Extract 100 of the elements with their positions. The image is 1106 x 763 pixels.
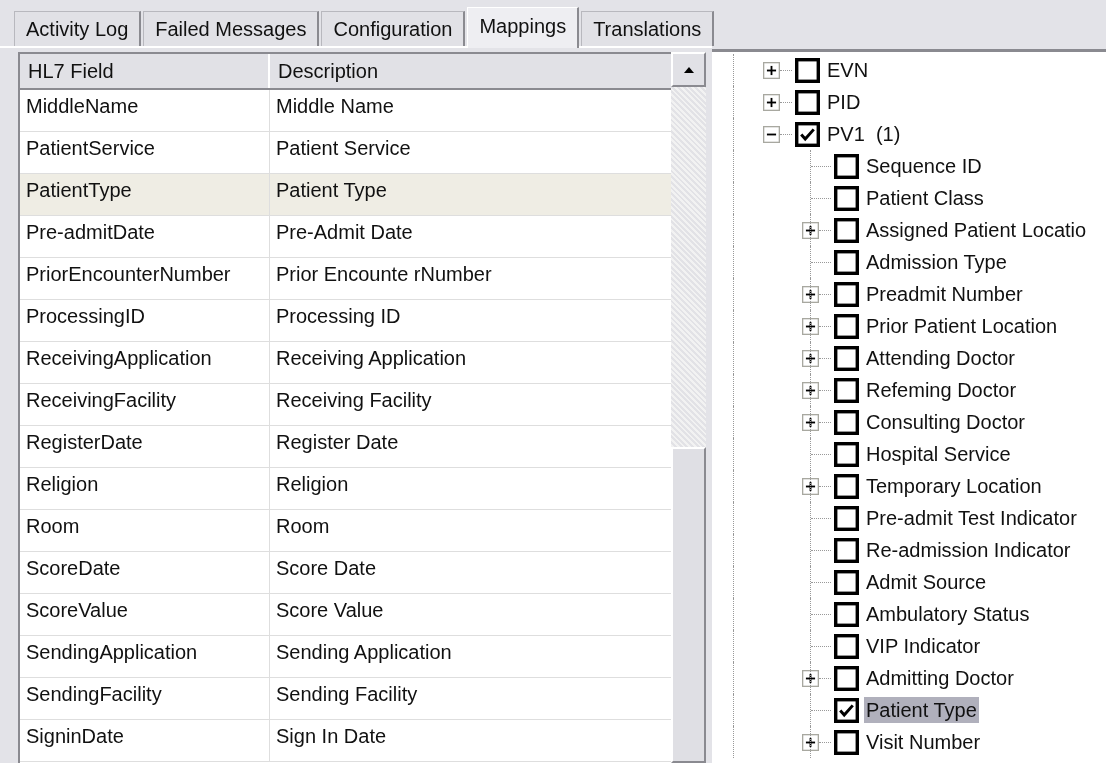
tree-item[interactable]: Patient Class [864, 185, 986, 211]
tab[interactable]: Activity Log [14, 11, 142, 46]
tab[interactable]: Failed Messages [143, 11, 320, 46]
checkbox[interactable] [834, 665, 859, 691]
table-cell-text: Sign In Date [275, 724, 388, 749]
tree-item[interactable]: Preadmit Number [864, 281, 1025, 307]
tree-item[interactable]: Attending Doctor [864, 345, 1017, 371]
collapse-icon[interactable] [763, 125, 780, 143]
checkbox[interactable] [834, 633, 859, 659]
table-cell: ReceivingFacility [20, 384, 270, 425]
table-row[interactable]: Room Room [20, 510, 671, 552]
table-cell-text: Religion [275, 472, 350, 497]
checkbox[interactable] [795, 89, 820, 115]
tree-item[interactable]: Hospital Service [864, 441, 1013, 467]
tree-item[interactable]: Visit Number [864, 729, 983, 755]
table-cell-text: Patient Type [275, 178, 388, 203]
tree-item[interactable]: Admit Source [864, 569, 989, 595]
expand-icon[interactable] [802, 477, 819, 495]
checkbox[interactable] [834, 441, 859, 467]
table-cell: ProcessingID [20, 300, 270, 341]
table-cell-text: Room [275, 514, 331, 539]
table-row[interactable]: ReceivingApplication Receiving Application [20, 342, 671, 384]
table-cell: PriorEncounterNumber [20, 258, 270, 299]
tree-item[interactable]: Assigned Patient Locatio [864, 217, 1089, 243]
tree-item[interactable]: VIP Indicator [864, 633, 983, 659]
table-cell-text: Receiving Facility [275, 388, 433, 413]
table-row[interactable]: Pre-admitDate Pre-Admit Date [20, 216, 671, 258]
table-row[interactable]: ProcessingID Processing ID [20, 300, 671, 342]
tab[interactable]: Translations [581, 11, 715, 46]
expand-icon[interactable] [802, 285, 819, 303]
table-cell-text: Receiving Application [275, 346, 468, 371]
table-cell: Religion [20, 468, 270, 509]
tree-item[interactable]: Pre-admit Test Indicator [864, 505, 1079, 531]
table-row[interactable]: PatientType Patient Type [20, 174, 671, 216]
table-row[interactable]: SendingFacility Sending Facility [20, 678, 671, 720]
table-row[interactable]: SigninDate Sign In Date [20, 720, 671, 762]
expand-icon[interactable] [802, 669, 819, 687]
table-row[interactable]: MiddleName Middle Name [20, 90, 671, 132]
tree-item[interactable]: Admitting Doctor [864, 665, 1016, 691]
column-header[interactable]: Description [270, 54, 671, 88]
checkbox[interactable] [834, 537, 859, 563]
checkbox[interactable] [834, 473, 859, 499]
tree-item[interactable]: Refeming Doctor [864, 377, 1019, 403]
checkbox[interactable] [834, 217, 859, 243]
table-row[interactable]: Religion Religion [20, 468, 671, 510]
tree-item[interactable]: Patient Type [864, 697, 979, 723]
expand-icon[interactable] [763, 93, 780, 111]
tree-item[interactable]: Admission Type [864, 249, 1009, 275]
scrollbar-track[interactable] [671, 52, 706, 763]
table-row[interactable]: RegisterDate Register Date [20, 426, 671, 468]
scrollbar-thumb[interactable] [671, 447, 706, 763]
tree-item[interactable]: EVN [825, 57, 871, 83]
tree-item[interactable]: Re-admission Indicator [864, 537, 1073, 563]
checkbox[interactable] [795, 121, 820, 147]
checkbox[interactable] [834, 569, 859, 595]
checkbox[interactable] [834, 601, 859, 627]
checkbox[interactable] [834, 153, 859, 179]
expand-icon[interactable] [802, 349, 819, 367]
tab[interactable]: Mappings [467, 7, 580, 48]
expand-icon[interactable] [802, 317, 819, 335]
checkbox[interactable] [834, 409, 859, 435]
tree-item[interactable]: Ambulatory Status [864, 601, 1032, 627]
tree-item[interactable]: Prior Patient Location [864, 313, 1060, 339]
table-row[interactable]: SendingApplication Sending Application [20, 636, 671, 678]
checkbox[interactable] [834, 377, 859, 403]
checkbox[interactable] [834, 729, 859, 755]
tree-item[interactable]: PV1 (1) [825, 121, 903, 147]
table-cell: MiddleName [20, 90, 270, 131]
checkbox[interactable] [834, 345, 859, 371]
table-cell: Pre-admitDate [20, 216, 270, 257]
tree-item[interactable]: Consulting Doctor [864, 409, 1027, 435]
table-row[interactable]: ScoreDate Score Date [20, 552, 671, 594]
expand-icon[interactable] [802, 221, 819, 239]
table-row[interactable]: ReceivingFacility Receiving Facility [20, 384, 671, 426]
tree-item[interactable]: Temporary Location [864, 473, 1044, 499]
tab[interactable]: Configuration [321, 11, 466, 46]
tree-item[interactable]: PID [825, 89, 863, 115]
expand-icon[interactable] [763, 61, 780, 79]
table-cell-text: Score Value [275, 598, 385, 623]
checkbox[interactable] [834, 185, 859, 211]
checkbox[interactable] [834, 697, 859, 723]
table-cell-text: Middle Name [275, 94, 395, 119]
checkbox[interactable] [795, 57, 820, 83]
expand-icon[interactable] [802, 413, 819, 431]
table-row[interactable]: ScoreValue Score Value [20, 594, 671, 636]
expand-icon[interactable] [802, 733, 819, 751]
table-row[interactable]: PriorEncounterNumber Prior Encounte rNumber [20, 258, 671, 300]
checkbox[interactable] [834, 249, 859, 275]
column-header[interactable]: HL7 Field [20, 54, 270, 88]
tree-item[interactable]: Sequence ID [864, 153, 984, 179]
table-cell: PatientService [20, 132, 270, 173]
table-cell: ReceivingApplication [20, 342, 270, 383]
checkbox[interactable] [834, 281, 859, 307]
table-cell: SendingFacility [20, 678, 270, 719]
table-cell-text: Processing ID [275, 304, 402, 329]
table-cell-text: Sending Application [275, 640, 453, 665]
checkbox[interactable] [834, 313, 859, 339]
checkbox[interactable] [834, 505, 859, 531]
scroll-up-button[interactable] [671, 52, 706, 87]
expand-icon[interactable] [802, 381, 819, 399]
